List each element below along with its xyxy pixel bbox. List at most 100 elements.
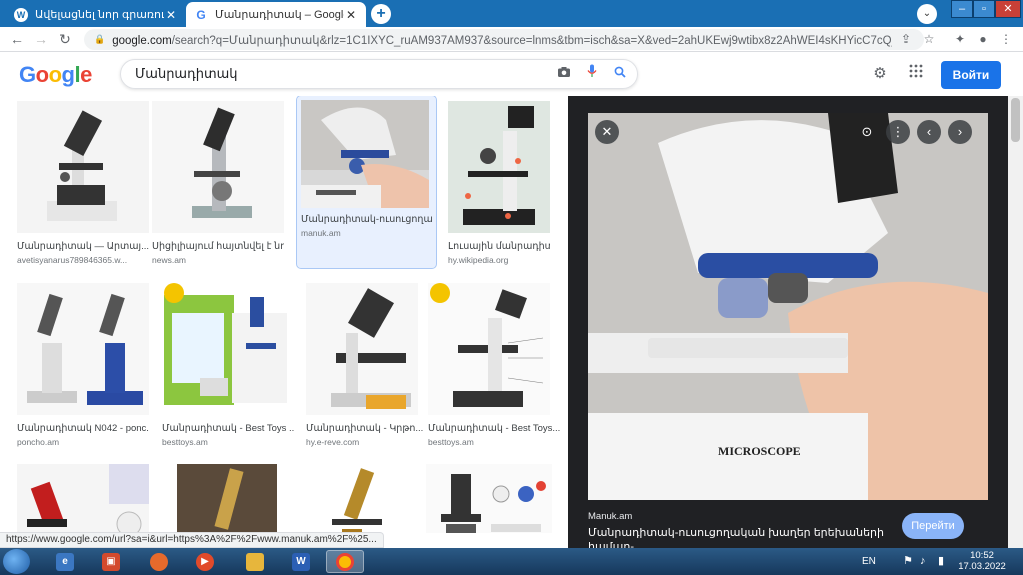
result-source: poncho.am [17, 437, 60, 447]
close-tab-icon[interactable]: ✕ [344, 8, 358, 22]
forward-button[interactable]: → [32, 30, 50, 48]
tab-search-button[interactable]: ⌄ [917, 4, 937, 24]
address-url: google.com/search?q=Մանրադիտակ&rlz=1C1IX… [112, 34, 892, 47]
tab-google-search[interactable]: G Մանրադիտակ – Google Поиск ✕ [186, 2, 366, 27]
lock-icon[interactable]: 🔒 [94, 34, 105, 45]
result-caption: Սիցիլիայում հայտնվել է նոր... [152, 241, 284, 252]
preview-image[interactable]: MICROSCOPE [588, 113, 988, 500]
minimize-button[interactable]: – [951, 0, 973, 18]
network-icon[interactable]: ▮ [938, 548, 944, 575]
google-header: Google Մանրադիտակ ⚙ Войти [0, 53, 1023, 96]
link-status-bubble: https://www.google.com/url?sa=i&url=http… [0, 532, 384, 548]
flag-icon[interactable]: ⚑ [903, 548, 913, 575]
result-thumbnail[interactable] [448, 101, 550, 233]
start-button[interactable] [3, 549, 30, 574]
explorer-taskbar-button[interactable]: e [46, 550, 84, 573]
app-icon: ▣ [102, 552, 120, 571]
result-card[interactable] [17, 464, 157, 533]
result-card[interactable]: Մանրադիտակ — Արտայ... avetisyanarus78984… [17, 101, 157, 265]
page-scrollbar[interactable] [1008, 96, 1023, 548]
maximize-button[interactable]: ▫ [973, 0, 995, 18]
search-icon[interactable] [609, 63, 631, 85]
apps-grid-icon[interactable] [906, 64, 926, 84]
more-options-icon[interactable]: ⋮ [886, 120, 910, 144]
result-thumbnail[interactable] [177, 464, 277, 533]
back-button[interactable]: ← [8, 30, 26, 48]
result-source: hy.e-reve.com [306, 437, 360, 447]
wordpress-icon: W [14, 7, 28, 22]
result-caption: Մանրադիտակ N042 - ponc... [17, 423, 149, 434]
microphone-icon[interactable] [581, 63, 603, 85]
ie-icon: e [56, 552, 74, 571]
result-card[interactable] [302, 464, 442, 533]
close-preview-button[interactable]: ✕ [595, 120, 619, 144]
word-taskbar-button[interactable]: W [282, 550, 320, 573]
volume-icon[interactable]: ♪ [920, 548, 926, 575]
lens-icon[interactable]: ⊙ [855, 120, 879, 144]
sign-in-button[interactable]: Войти [941, 61, 1001, 89]
result-thumbnail[interactable] [302, 464, 408, 533]
result-thumbnail[interactable] [301, 100, 429, 208]
bookmark-star-icon[interactable]: ☆ [920, 30, 938, 48]
next-image-button[interactable]: › [948, 120, 972, 144]
media-taskbar-button[interactable]: ▶ [186, 550, 224, 573]
camera-icon[interactable] [553, 63, 575, 85]
chrome-taskbar-button[interactable] [326, 550, 364, 573]
tab-wordpress[interactable]: W Ավելացնել նոր գրառում ‹ Արև ✕ [6, 2, 186, 27]
result-card[interactable] [426, 464, 566, 533]
result-thumbnail[interactable] [17, 283, 149, 415]
folder-icon [246, 552, 264, 571]
previous-image-button[interactable]: ‹ [917, 120, 941, 144]
google-icon: G [196, 7, 206, 22]
system-clock[interactable]: 10:52 17.03.2022 [958, 550, 1006, 572]
clock-time: 10:52 [970, 550, 994, 561]
scrollbar-thumb[interactable] [1011, 98, 1020, 142]
result-card[interactable]: Լուսային մանրադիտ... hy.wikipedia.org [448, 101, 568, 265]
result-thumbnail[interactable] [162, 283, 290, 415]
result-card-selected[interactable]: Մանրադիտակ-ուսուցողա... manuk.am [296, 96, 437, 269]
result-thumbnail[interactable] [17, 464, 149, 533]
menu-kebab-icon[interactable]: ⋮ [997, 30, 1015, 48]
result-card[interactable]: Մանրադիտակ N042 - ponc... poncho.am [17, 283, 157, 447]
image-preview-panel: MICROSCOPE ✕ ⊙ ⋮ ‹ › Manuk.am Մանրադիտակ… [568, 96, 1008, 553]
result-card[interactable] [177, 464, 317, 533]
close-tab-icon[interactable]: ✕ [164, 8, 178, 22]
search-input[interactable]: Մանրադիտակ [120, 59, 638, 89]
result-thumbnail[interactable] [426, 464, 552, 533]
result-caption: Մանրադիտակ - Կրթո... [306, 423, 424, 434]
tab-title: Ավելացնել նոր գրառում ‹ Արև [35, 9, 164, 21]
result-thumbnail[interactable] [306, 283, 418, 415]
extensions-icon[interactable]: ✦ [951, 30, 969, 48]
result-card[interactable]: Սիցիլիայում հայտնվել է նոր... news.am [152, 101, 292, 265]
result-caption: Մանրադիտակ - Best Toys... [428, 423, 560, 434]
folder-taskbar-button[interactable] [236, 550, 274, 573]
reload-button[interactable]: ↻ [56, 30, 74, 48]
files-taskbar-button[interactable]: ▣ [92, 550, 130, 573]
close-window-button[interactable]: ✕ [995, 0, 1021, 18]
result-thumbnail[interactable] [17, 101, 149, 233]
address-bar[interactable]: 🔒 google.com/search?q=Մանրադիտակ&rlz=1C1… [84, 29, 924, 50]
settings-gear-icon[interactable]: ⚙ [870, 64, 890, 84]
profile-icon[interactable]: ● [974, 30, 992, 48]
google-logo[interactable]: Google [19, 62, 92, 88]
result-card[interactable]: Մանրադիտակ - Best Toys... besttoys.am [428, 283, 568, 447]
windows-taskbar: e ▣ ▶ W EN ⚑ ♪ ▮ 10:52 17.03.2022 [0, 548, 1023, 575]
new-tab-button[interactable]: + [371, 4, 391, 24]
result-card[interactable]: Մանրադիտակ - Best Toys ... besttoys.am [162, 283, 302, 447]
result-source: besttoys.am [162, 437, 208, 447]
share-icon[interactable]: ⇪ [897, 30, 915, 48]
preview-source[interactable]: Manuk.am [588, 511, 632, 522]
result-card[interactable]: Մանրադիտակ - Կրթո... hy.e-reve.com [306, 283, 446, 447]
result-source: hy.wikipedia.org [448, 255, 509, 265]
search-query[interactable]: Մանրադիտակ [135, 66, 553, 82]
browser-toolbar: ← → ↻ 🔒 google.com/search?q=Մանրադիտակ&r… [0, 27, 1023, 52]
firefox-taskbar-button[interactable] [140, 550, 178, 573]
result-thumbnail[interactable] [428, 283, 550, 415]
preview-overlay-label: MICROSCOPE [718, 444, 801, 458]
tab-strip: W Ավելացնել նոր գրառում ‹ Արև ✕ G Մանրադ… [0, 0, 1023, 27]
visit-button[interactable]: Перейти [902, 513, 964, 539]
result-thumbnail[interactable] [152, 101, 284, 233]
result-caption: Մանրադիտակ — Արտայ... [17, 241, 149, 252]
result-caption: Մանրադիտակ - Best Toys ... [162, 423, 294, 434]
language-indicator[interactable]: EN [862, 548, 876, 575]
